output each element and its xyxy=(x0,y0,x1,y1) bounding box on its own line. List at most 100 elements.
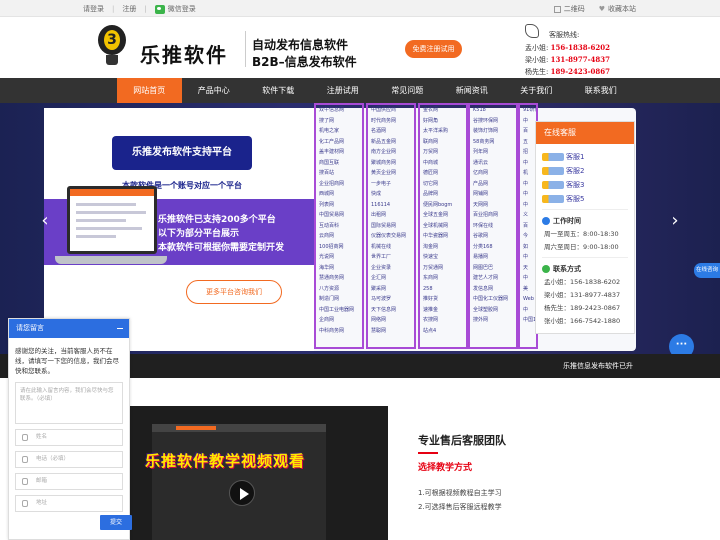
platform-name: 搜了网 xyxy=(319,117,335,124)
nav-item-news[interactable]: 新闻资讯 xyxy=(440,78,505,103)
play-icon[interactable] xyxy=(229,480,255,506)
qrcode-link[interactable]: 二维码 xyxy=(553,4,585,14)
platform-name: 品牌网 xyxy=(423,191,439,197)
qq-service-label: 客服5 xyxy=(566,195,585,203)
site-header: 3 乐推软件 自动发布信息软件 B2B–信息发布软件 免费注册试用 客服热线: … xyxy=(0,17,720,78)
banner-prev-arrow-icon[interactable]: ‹ xyxy=(38,211,52,231)
platform-name: 全球塑胶网 xyxy=(473,306,499,313)
platform-name: 中 xyxy=(523,201,529,208)
logo-icon[interactable]: 3 xyxy=(97,24,127,68)
qq-service-link[interactable]: 客服1 xyxy=(536,150,634,164)
platform-name: 云商网 xyxy=(319,233,335,239)
platform-name: 如 xyxy=(523,243,529,250)
contact-heading: 联系方式 xyxy=(536,262,634,276)
contact-row: 孟小姐：156-1838-6202 xyxy=(544,278,621,286)
laptop-keyboard xyxy=(55,256,167,264)
platform-name: 制造门网 xyxy=(319,296,340,302)
nav-item-home[interactable]: 网站首页 xyxy=(117,78,182,103)
platform-name: 联商网 xyxy=(423,138,439,145)
platform-name: 装饰灯饰网 xyxy=(473,128,499,134)
platform-name: 双午信息网 xyxy=(319,107,345,113)
wechat-login-link[interactable]: 微信登录 xyxy=(154,4,196,14)
platform-name: 全球机械网 xyxy=(423,222,449,229)
video-thumbnail[interactable] xyxy=(96,406,388,540)
platform-name: 中国工业电器网 xyxy=(319,306,355,313)
platform-name: 淘金网 xyxy=(423,243,439,250)
platform-name: 世界工厂 xyxy=(371,254,392,260)
team-title: 专业售后客服团队 xyxy=(418,434,506,447)
platform-name: 中国贸易网 xyxy=(319,212,345,218)
platform-name: 58商务网 xyxy=(473,138,495,145)
hotline-contact: 杨先生: 189-2423-0867 xyxy=(525,67,610,77)
nav-item-contact[interactable]: 联系我们 xyxy=(569,78,634,103)
nav-item-trial[interactable]: 注册试用 xyxy=(311,78,376,103)
platform-name: 德匠网 xyxy=(423,170,439,176)
minimize-icon[interactable] xyxy=(117,328,123,329)
platform-name: 中 xyxy=(523,306,529,313)
platform-name: 谷歌网 xyxy=(473,233,489,239)
platform-name: 美 xyxy=(523,285,529,292)
platform-name: 名酒网 xyxy=(371,128,387,134)
qq-service-link[interactable]: 客服5 xyxy=(536,192,634,206)
qrcode-label: 二维码 xyxy=(563,5,585,13)
online-consult-tab[interactable]: 在线咨询 xyxy=(694,263,720,278)
platform-name: 列表网 xyxy=(319,201,335,208)
favorite-label: 收藏本站 xyxy=(608,5,636,13)
nav-item-products[interactable]: 产品中心 xyxy=(182,78,247,103)
divider xyxy=(542,257,628,258)
platform-name: 黄页企业网 xyxy=(371,170,397,176)
logo-text[interactable]: 乐推软件 xyxy=(140,39,228,68)
platform-name: 中 xyxy=(523,254,529,260)
phone-field[interactable]: 电话（必填） xyxy=(15,451,123,468)
login-link[interactable]: 请登录 xyxy=(83,4,104,14)
nav-item-about[interactable]: 关于我们 xyxy=(504,78,569,103)
email-field[interactable]: 邮箱 xyxy=(15,473,123,490)
platform-name: 机械在线 xyxy=(371,243,392,250)
message-title: 请您留言 xyxy=(16,324,44,332)
platform-name: 中国供应商 xyxy=(371,107,397,113)
platform-consult-button[interactable]: 更多平台咨询我们 xyxy=(186,280,282,304)
video-title: 乐推软件教学视频观看 xyxy=(145,452,306,470)
platform-name: 招 xyxy=(523,149,529,155)
mail-icon xyxy=(22,478,28,485)
logo-bulb: 3 xyxy=(98,25,126,55)
platform-name: 中国114 xyxy=(523,317,536,323)
email-placeholder: 邮箱 xyxy=(36,478,48,484)
banner-next-arrow-icon[interactable]: › xyxy=(668,211,682,231)
contact-name: 梁小姐: xyxy=(525,56,549,64)
platform-name: 八方资源 xyxy=(319,285,340,292)
qq-service-link[interactable]: 客服3 xyxy=(536,178,634,192)
register-link[interactable]: 注册 xyxy=(122,4,136,14)
name-placeholder: 姓名 xyxy=(36,434,48,440)
work-time-title: 工作时间 xyxy=(553,217,581,225)
team-item: 1.可根据视频教程自主学习 xyxy=(418,489,502,497)
platform-name: 中 xyxy=(523,117,529,124)
free-trial-button[interactable]: 免费注册试用 xyxy=(405,40,462,58)
platform-name: 环保在线 xyxy=(473,222,494,229)
nav-item-download[interactable]: 软件下载 xyxy=(246,78,311,103)
platform-name: 天下信息网 xyxy=(371,306,397,313)
favorite-link[interactable]: ♥ 收藏本站 xyxy=(599,4,636,14)
platform-name: 谷搜环保网 xyxy=(473,117,499,124)
address-field[interactable]: 地址 xyxy=(15,495,123,512)
main-nav: 网站首页 产品中心 软件下载 注册试用 常见问题 新闻资讯 关于我们 联系我们 xyxy=(0,78,720,103)
header-divider xyxy=(245,31,246,67)
platform-name: 分类168 xyxy=(473,243,493,250)
platform-name: 一步电子 xyxy=(371,180,392,187)
platform-name: 推好货 xyxy=(423,296,439,302)
work-time-row: 周六至周日：9:00-18:00 xyxy=(544,243,619,251)
platform-name: 出租网 xyxy=(371,212,387,218)
platform-name: 新品五金网 xyxy=(371,138,397,145)
message-textarea[interactable]: 请在此输入留言内容，我们会尽快与您联系。（必填） xyxy=(15,382,123,424)
name-field[interactable]: 姓名 xyxy=(15,429,123,446)
qq-service-link[interactable]: 客服2 xyxy=(536,164,634,178)
separator: | xyxy=(112,5,115,13)
platform-name: 中 xyxy=(523,180,529,187)
platform-name: 互动百科 xyxy=(319,222,340,229)
nav-item-faq[interactable]: 常见问题 xyxy=(375,78,440,103)
submit-button[interactable]: 提交 xyxy=(100,515,132,530)
platform-name: 天 xyxy=(523,264,529,271)
qrcode-icon xyxy=(553,5,561,13)
laptop-screen-bar xyxy=(70,189,154,196)
platform-name: 化工产品网 xyxy=(319,138,345,145)
